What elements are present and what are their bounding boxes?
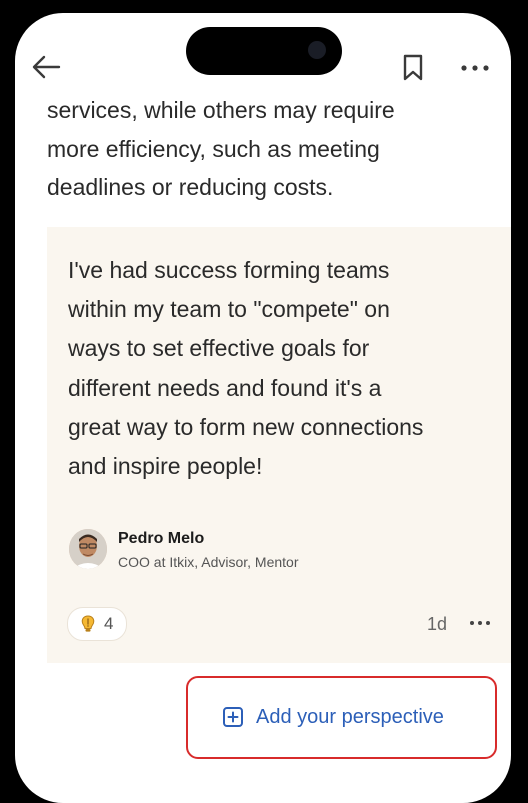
reactions-count-button[interactable]: 4 — [67, 607, 127, 641]
contribution-line: ways to set effective goals for — [68, 335, 370, 362]
author-name[interactable]: Pedro Melo — [118, 530, 204, 548]
contribution-line: within my team to "compete" on — [68, 296, 390, 323]
camera-icon — [308, 41, 326, 59]
author-headline: COO at Itkix, Advisor, Mentor — [118, 554, 299, 570]
add-perspective-button[interactable]: Add your perspective — [222, 703, 444, 731]
article-line: services, while others may require — [47, 97, 395, 123]
contribution-text: I've had success forming teams within my… — [68, 251, 508, 486]
reaction-count: 4 — [104, 614, 114, 633]
dynamic-island — [186, 27, 342, 75]
more-options-icon[interactable] — [455, 49, 495, 85]
contribution-line: great way to form new connections — [68, 413, 424, 440]
comment-more-icon[interactable] — [465, 611, 495, 635]
contribution-card: I've had success forming teams within my… — [47, 227, 511, 663]
add-perspective-highlight: Add your perspective — [186, 676, 497, 759]
contribution-line: and inspire people! — [68, 453, 263, 480]
insightful-lightbulb-icon — [81, 615, 95, 632]
back-arrow-icon[interactable] — [29, 49, 65, 85]
author-avatar[interactable] — [69, 529, 107, 569]
phone-screen: services, while others may require more … — [15, 13, 511, 803]
contribution-line: different needs and found it's a — [68, 374, 382, 401]
avatar-image — [69, 529, 107, 569]
plus-square-icon — [223, 707, 243, 727]
article-body-text: services, while others may require more … — [47, 91, 477, 207]
article-line: deadlines or reducing costs. — [47, 174, 334, 200]
bookmark-icon[interactable] — [397, 49, 429, 85]
article-line: more efficiency, such as meeting — [47, 135, 380, 162]
contribution-line: I've had success forming teams — [68, 257, 390, 283]
comment-timestamp: 1d — [427, 614, 448, 634]
add-perspective-label[interactable]: Add your perspective — [256, 706, 444, 729]
